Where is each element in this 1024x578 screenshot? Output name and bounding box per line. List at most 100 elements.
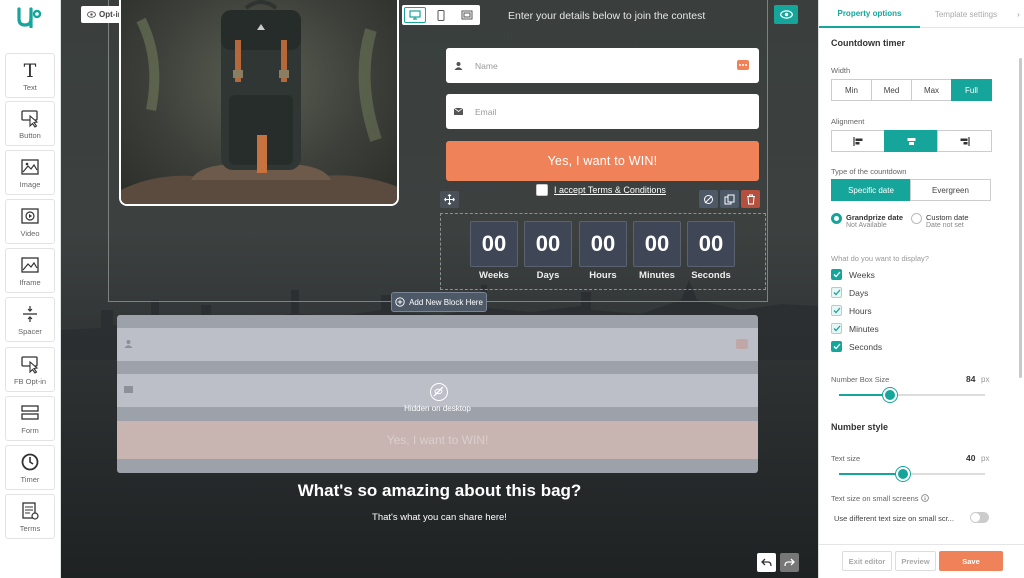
contest-heading[interactable]: Enter your details below to join the con… <box>508 10 705 22</box>
delete-block-button[interactable] <box>741 190 760 208</box>
slider-fill <box>839 473 904 475</box>
duplicate-block-button[interactable] <box>720 190 739 208</box>
width-full-button[interactable]: Full <box>951 79 992 101</box>
align-center-button[interactable] <box>884 130 938 152</box>
align-right-button[interactable] <box>937 130 992 152</box>
width-med-button[interactable]: Med <box>871 79 912 101</box>
hide-block-button[interactable] <box>699 190 718 208</box>
add-new-block-button[interactable]: Add New Block Here <box>391 292 487 312</box>
tool-iframe[interactable]: Iframe <box>5 248 55 293</box>
small-screens-toggle[interactable] <box>970 512 989 523</box>
user-icon <box>124 340 133 348</box>
image-icon <box>21 159 39 175</box>
number-style-heading: Number style <box>831 422 889 432</box>
specific-date-button[interactable]: Specific date <box>831 179 911 201</box>
display-days-checkbox[interactable]: Days <box>831 287 868 298</box>
display-weeks-label: Weeks <box>849 269 875 280</box>
countdown-minutes-value: 00 <box>633 221 681 267</box>
tool-video-label: Video <box>20 229 40 238</box>
spacer-icon <box>23 306 37 322</box>
align-left-icon <box>852 136 862 146</box>
tool-text[interactable]: T Text <box>5 53 55 98</box>
tool-spacer[interactable]: Spacer <box>5 297 55 342</box>
name-field[interactable]: Name <box>446 48 759 83</box>
terms-label[interactable]: I accept Terms & Conditions <box>554 185 666 195</box>
win-cta-button[interactable]: Yes, I want to WIN! <box>446 141 759 181</box>
svg-text:T: T <box>24 60 37 80</box>
iframe-icon <box>21 257 39 273</box>
desktop-view-button[interactable] <box>404 7 426 23</box>
terms-checkbox-row[interactable]: I accept Terms & Conditions <box>536 184 666 196</box>
tool-video[interactable]: Video <box>5 199 55 244</box>
popup-icon <box>461 10 473 20</box>
popup-view-button[interactable] <box>456 7 478 23</box>
custom-date-radio[interactable]: Custom date Date not set <box>911 213 969 229</box>
move-block-handle[interactable] <box>440 191 459 208</box>
align-left-button[interactable] <box>831 130 885 152</box>
evergreen-button[interactable]: Evergreen <box>910 179 991 201</box>
info-icon[interactable] <box>920 494 929 502</box>
email-field[interactable]: Email <box>446 94 759 129</box>
small-screens-label: Text size on small screens <box>831 494 929 503</box>
display-weeks-checkbox[interactable]: Weeks <box>831 269 875 280</box>
display-hours-checkbox[interactable]: Hours <box>831 305 872 316</box>
preview-toggle-button[interactable] <box>774 5 798 24</box>
editor-canvas[interactable]: Opt-in pop-up <box>61 0 818 578</box>
slider-knob[interactable] <box>883 388 898 402</box>
tool-terms[interactable]: Terms <box>5 494 55 539</box>
terms-checkbox[interactable] <box>536 184 548 196</box>
envelope-icon <box>124 386 133 393</box>
display-seconds-checkbox[interactable]: Seconds <box>831 341 882 352</box>
countdown-seconds-value: 00 <box>687 221 735 267</box>
text-size-slider[interactable] <box>839 467 985 481</box>
width-min-button[interactable]: Min <box>831 79 872 101</box>
mobile-view-button[interactable] <box>430 7 452 23</box>
backpack-image[interactable] <box>119 0 399 206</box>
custom-date-title: Custom date <box>926 213 969 222</box>
hidden-on-desktop-label: Hidden on desktop <box>404 404 471 413</box>
display-label: What do you want to display? <box>831 254 929 263</box>
undo-button[interactable] <box>757 553 776 572</box>
bag-subheading[interactable]: That's what you can share here! <box>61 512 818 523</box>
number-box-size-slider[interactable] <box>839 388 985 402</box>
redo-button[interactable] <box>780 553 799 572</box>
text-size-unit: px <box>981 454 990 463</box>
save-button[interactable]: Save <box>939 551 1003 571</box>
grandprize-date-sub: Not Available <box>846 222 887 229</box>
display-minutes-checkbox[interactable]: Minutes <box>831 323 879 334</box>
tool-fb-optin[interactable]: FB Opt-in <box>5 347 55 392</box>
tool-button[interactable]: Button <box>5 101 55 146</box>
panel-footer: Exit editor Preview Save <box>819 544 1024 578</box>
bag-heading[interactable]: What's so amazing about this bag? <box>61 481 818 501</box>
preview-button[interactable]: Preview <box>895 551 936 571</box>
redo-icon <box>784 558 795 567</box>
panel-scrollbar[interactable] <box>1019 58 1022 378</box>
hidden-eye-off-icon <box>430 383 448 401</box>
tab-template-settings[interactable]: Template settings <box>920 0 1012 28</box>
panel-title: Countdown timer <box>831 38 905 48</box>
hidden-form-block[interactable]: Yes, I want to WIN! Hidden on desktop <box>117 315 758 473</box>
email-placeholder: Email <box>475 106 497 117</box>
autofill-icon[interactable] <box>737 60 749 70</box>
panel-tabs: Property options Template settings › <box>819 0 1024 28</box>
checkbox-checked-icon <box>831 341 842 352</box>
app-logo-icon[interactable] <box>16 6 42 28</box>
exit-editor-button[interactable]: Exit editor <box>842 551 892 571</box>
countdown-days-label: Days <box>536 270 560 281</box>
tool-form[interactable]: Form <box>5 396 55 441</box>
small-screens-toggle-label: Use different text size on small scr... <box>834 514 954 523</box>
countdown-type-selector: Specific date Evergreen <box>831 179 991 201</box>
tool-fb-optin-label: FB Opt-in <box>13 377 47 386</box>
countdown-days-value: 00 <box>524 221 572 267</box>
slider-knob[interactable] <box>896 467 911 481</box>
checkbox-checked-icon <box>831 269 842 280</box>
width-max-button[interactable]: Max <box>911 79 952 101</box>
radio-unselected-icon <box>911 213 922 224</box>
chevron-right-icon[interactable]: › <box>1012 0 1024 28</box>
eye-icon <box>779 10 793 19</box>
tool-image[interactable]: Image <box>5 150 55 195</box>
tool-timer[interactable]: Timer <box>5 445 55 490</box>
grandprize-date-radio[interactable]: Grandprize date Not Available <box>831 213 903 229</box>
display-minutes-label: Minutes <box>849 323 879 334</box>
tab-property-options[interactable]: Property options <box>819 0 920 28</box>
